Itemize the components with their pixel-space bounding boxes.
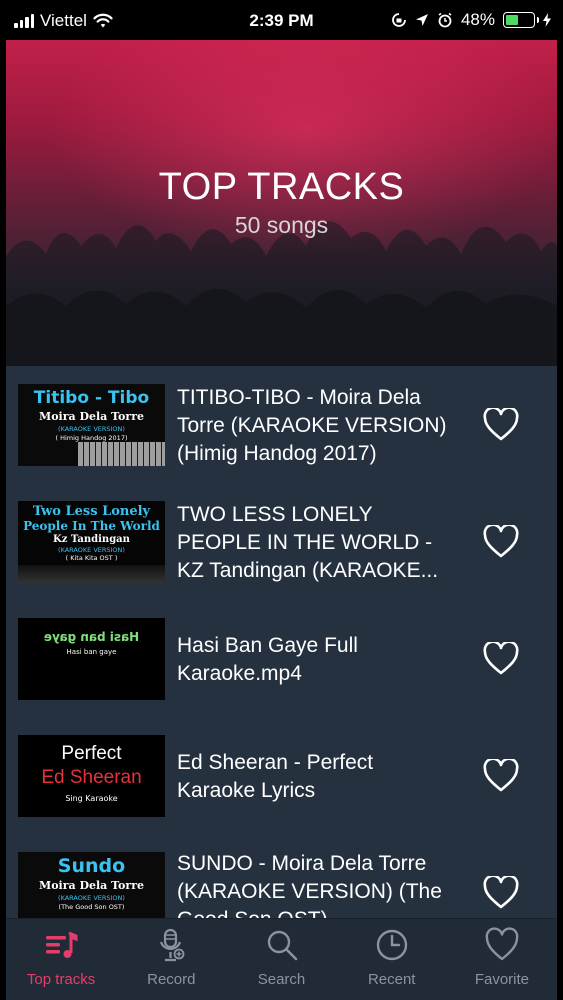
tab-favorite[interactable]: Favorite <box>447 919 557 1000</box>
clock-icon <box>376 929 407 961</box>
thumb-text: Kz Tandingan <box>53 534 130 545</box>
tab-top-tracks[interactable]: Top tracks <box>6 919 116 1000</box>
track-thumbnail: Two Less Lonely People In The World Kz T… <box>18 501 165 583</box>
location-icon <box>415 14 428 26</box>
header-banner: TOP TRACKS 50 songs <box>6 40 557 366</box>
thumb-text: Sing Karaoke <box>65 794 118 803</box>
favorite-heart-icon[interactable] <box>483 876 519 909</box>
tab-bar: Top tracks Record Search Recent Favorite <box>6 918 557 1000</box>
tab-label: Search <box>257 971 306 988</box>
track-title: Ed Sheeran - Perfect Karaoke Lyrics <box>177 751 374 802</box>
tab-label: Recent <box>367 971 416 988</box>
thumb-text: Hasi ban gaye <box>66 648 117 656</box>
tab-recent[interactable]: Recent <box>337 919 447 1000</box>
thumb-text: Ed Sheeran <box>41 767 142 788</box>
search-icon <box>267 930 297 961</box>
track-title: TWO LESS LONELY PEOPLE IN THE WORLD - KZ T… <box>177 503 439 582</box>
track-title: SUNDO - Moira Dela Torre (KARAOKE VERSION… <box>177 852 442 918</box>
screen-lock-icon <box>392 13 406 27</box>
thumb-text: (KARAOKE VERSION) <box>58 546 125 554</box>
track-thumbnail: Hasi ban gaye Hasi ban gaye <box>18 618 165 700</box>
tab-label: Favorite <box>474 971 529 988</box>
track-thumbnail: Titibo - Tibo Moira Dela Torre (KARAOKE … <box>18 384 165 466</box>
battery-percent: 48% <box>460 10 495 29</box>
thumb-text: Moira Dela Torre <box>39 879 144 892</box>
favorite-heart-icon[interactable] <box>483 642 519 675</box>
thumb-text: Titibo - Tibo <box>33 388 150 408</box>
track-row[interactable]: Sundo Moira Dela Torre (KARAOKE VERSION)… <box>6 834 557 918</box>
app-frame: TOP TRACKS 50 songs Titibo - Tibo Moira … <box>6 0 557 1000</box>
battery-icon <box>503 12 539 28</box>
tab-record[interactable]: Record <box>116 919 226 1000</box>
favorite-heart-icon[interactable] <box>483 408 519 441</box>
charging-icon <box>543 13 551 27</box>
heart-icon <box>485 927 519 961</box>
tab-label: Top tracks <box>26 971 96 988</box>
track-title: TITIBO-TIBO - Moira Dela Torre (KARAOKE V… <box>177 386 447 465</box>
track-list[interactable]: Titibo - Tibo Moira Dela Torre (KARAOKE … <box>6 366 557 918</box>
page-title: TOP TRACKS <box>158 166 405 208</box>
thumb-text: People In The World <box>23 519 160 533</box>
favorite-heart-icon[interactable] <box>483 525 519 558</box>
track-row[interactable]: Hasi ban gaye Hasi ban gaye Hasi Ban Gay… <box>6 600 557 717</box>
track-thumbnail: Perfect Ed Sheeran Sing Karaoke <box>18 735 165 817</box>
track-row[interactable]: Titibo - Tibo Moira Dela Torre (KARAOKE … <box>6 366 557 483</box>
song-count: 50 songs <box>234 212 329 238</box>
thumb-text: Sundo <box>57 855 126 877</box>
thumb-text: (The Good Son OST) <box>58 903 125 911</box>
thumb-text: Moira Dela Torre <box>39 410 144 423</box>
microphone-icon <box>160 928 185 962</box>
thumb-text: ( Himig Handog 2017) <box>55 434 128 442</box>
thumb-text: (KARAOKE VERSION) <box>58 894 125 902</box>
thumb-text: ( Kita Kita OST ) <box>65 554 118 562</box>
thumb-text: (KARAOKE VERSION) <box>58 425 125 433</box>
top-tracks-icon <box>46 931 78 958</box>
favorite-heart-icon[interactable] <box>483 759 519 792</box>
thumb-text: Perfect <box>61 743 122 764</box>
tab-label: Record <box>147 971 196 988</box>
track-row[interactable]: Perfect Ed Sheeran Sing Karaoke Ed Sheer… <box>6 717 557 834</box>
alarm-icon <box>438 12 452 28</box>
track-thumbnail: Sundo Moira Dela Torre (KARAOKE VERSION)… <box>18 852 165 918</box>
status-bar: Viettel 2:39 PM 48% <box>0 0 563 40</box>
track-title: Hasi Ban Gaye Full Karaoke.mp4 <box>177 634 358 685</box>
thumb-text: Two Less Lonely <box>32 504 151 519</box>
thumb-text: Hasi ban gaye <box>43 630 140 644</box>
tab-search[interactable]: Search <box>226 919 336 1000</box>
track-row[interactable]: Two Less Lonely People In The World Kz T… <box>6 483 557 600</box>
